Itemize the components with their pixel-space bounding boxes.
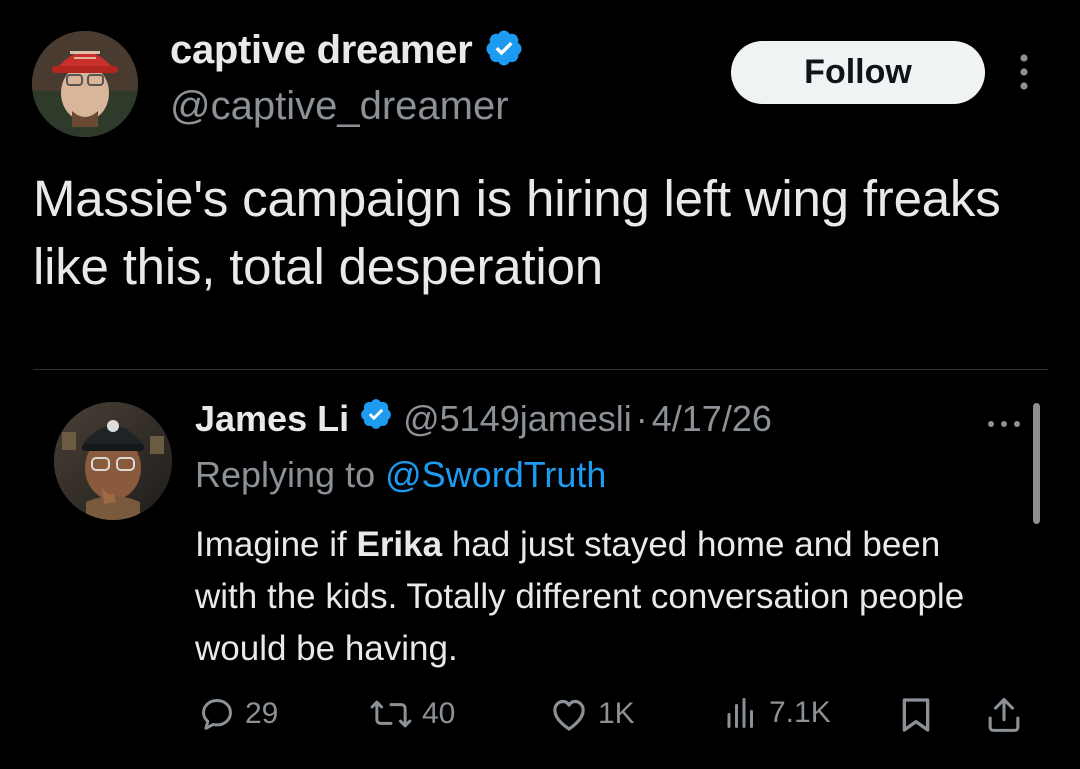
quoted-handle[interactable]: @5149jamesli — [403, 398, 632, 440]
verified-badge-icon — [359, 397, 393, 440]
share-button[interactable] — [985, 695, 1023, 735]
divider — [33, 369, 1048, 370]
repost-count: 40 — [422, 697, 456, 730]
quoted-header: James Li @5149jamesli · 4/17/26 — [195, 397, 772, 440]
like-button[interactable]: 1K — [549, 695, 635, 733]
quoted-author-avatar[interactable] — [54, 402, 172, 520]
views-button[interactable]: 7.1K — [722, 695, 831, 731]
reply-icon — [198, 695, 236, 733]
avatar-red-hat-icon — [32, 31, 138, 137]
quoted-date[interactable]: 4/17/26 — [652, 398, 772, 440]
author-avatar[interactable] — [32, 31, 138, 137]
author-name-row: captive dreamer — [170, 28, 524, 73]
views-chart-icon — [722, 695, 760, 731]
author-handle[interactable]: @captive_dreamer — [170, 84, 509, 129]
follow-button[interactable]: Follow — [731, 41, 985, 104]
quoted-display-name[interactable]: James Li — [195, 398, 349, 440]
reply-button[interactable]: 29 — [198, 695, 278, 733]
replying-prefix: Replying to — [195, 454, 376, 495]
repost-button[interactable]: 40 — [369, 695, 455, 733]
quoted-text-bold: Erika — [356, 525, 443, 564]
tweet-text: Massie's campaign is hiring left wing fr… — [33, 170, 1001, 295]
replying-to-mention[interactable]: @SwordTruth — [385, 454, 606, 495]
reply-count: 29 — [245, 697, 279, 730]
like-count: 1K — [598, 697, 635, 730]
bookmark-icon — [898, 695, 934, 735]
repost-icon — [369, 695, 413, 733]
quoted-text: Imagine if Erika had just stayed home an… — [195, 519, 995, 675]
scrollbar[interactable] — [1033, 403, 1040, 524]
author-display-name[interactable]: captive dreamer — [170, 28, 473, 73]
tweet-screen: captive dreamer @captive_dreamer Follow … — [0, 0, 1080, 769]
avatar-glasses-cap-icon — [54, 402, 172, 520]
quoted-text-start: Imagine if — [195, 525, 357, 564]
bookmark-button[interactable] — [898, 695, 934, 735]
heart-icon — [549, 695, 589, 733]
views-count: 7.1K — [769, 696, 831, 729]
verified-badge-icon — [484, 28, 524, 73]
header-separator: · — [635, 397, 648, 439]
share-icon — [985, 695, 1023, 735]
replying-to: Replying to @SwordTruth — [195, 454, 606, 496]
more-horizontal-icon[interactable] — [986, 416, 1022, 427]
more-vertical-icon[interactable] — [1016, 52, 1032, 92]
